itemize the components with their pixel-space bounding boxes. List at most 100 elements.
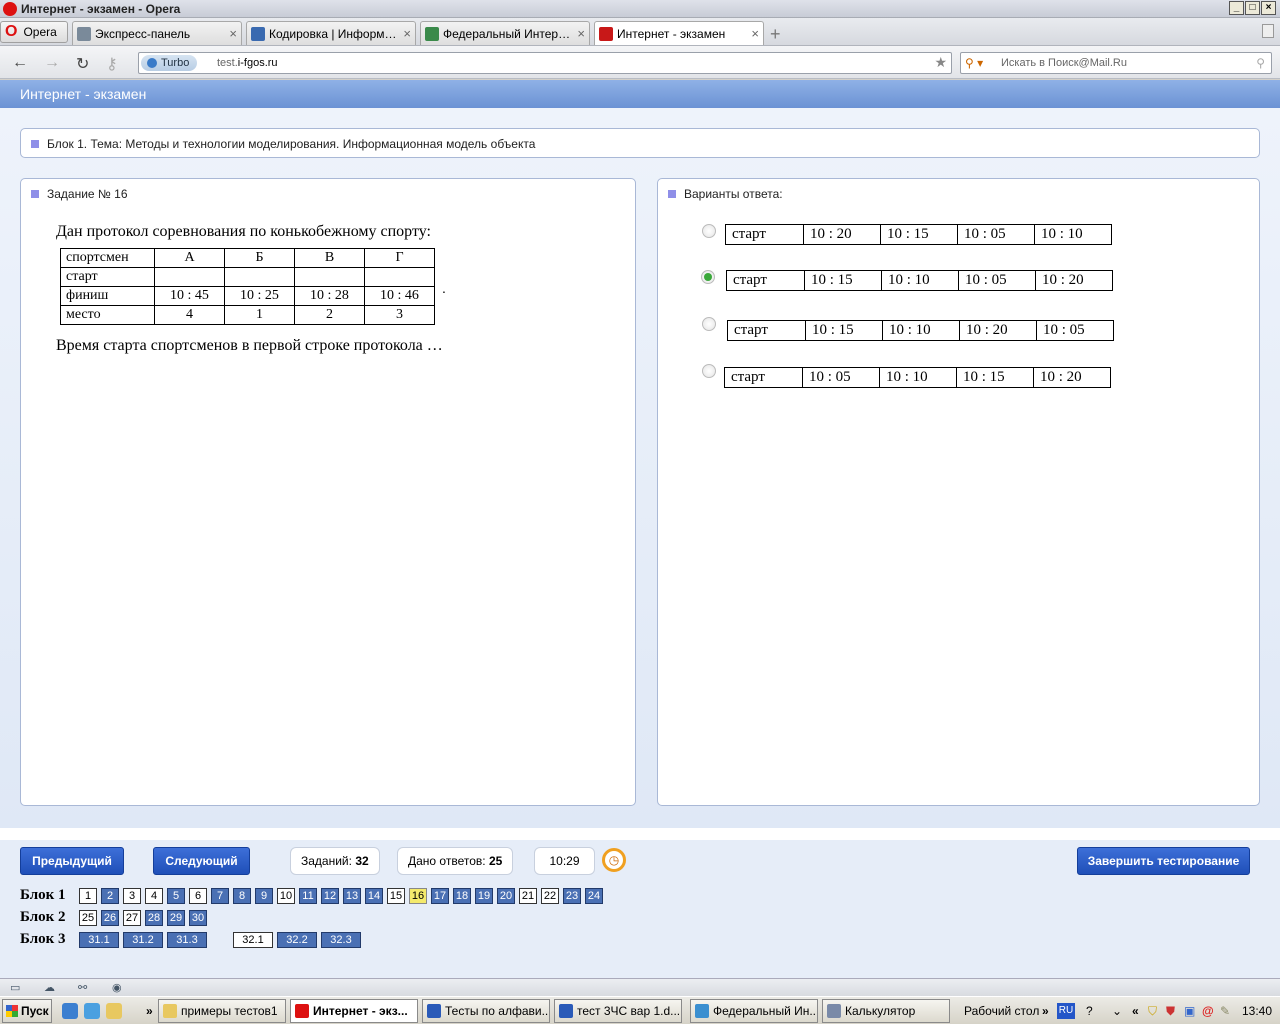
close-icon[interactable]: × [403,26,411,41]
answer-radio[interactable] [702,364,716,378]
key-icon[interactable]: ⚷ [106,54,118,74]
answer-table[interactable]: старт 10 : 05 10 : 10 10 : 15 10 : 20 [724,367,1111,388]
question-number-button[interactable]: 4 [145,888,163,904]
forward-icon[interactable]: → [44,54,60,72]
tray-arrow-icon[interactable]: ⌄ [1112,997,1122,1024]
search-icon[interactable]: ⚲ [1256,56,1265,70]
question-number-button[interactable]: 22 [541,888,559,904]
turbo-button[interactable]: Turbo [141,55,198,71]
close-button[interactable]: × [1261,1,1276,15]
question-number-button[interactable]: 32.2 [277,932,317,948]
question-number-button[interactable]: 32.3 [321,932,361,948]
search-box[interactable]: ⚲ ▾ Искать в Поиск@Mail.Ru ⚲ [960,52,1272,74]
previous-button[interactable]: Предыдущий [20,847,124,875]
question-number-button[interactable]: 16 [409,888,427,904]
tab-express-panel[interactable]: Экспресс-панель × [72,21,242,45]
question-number-button[interactable]: 25 [79,910,97,926]
tab-encoding[interactable]: Кодировка | Информат... × [246,21,416,45]
answer-table[interactable]: старт 10 : 15 10 : 10 10 : 20 10 : 05 [727,320,1114,341]
language-indicator[interactable]: RU [1057,1003,1075,1019]
question-number-button[interactable]: 13 [343,888,361,904]
question-number-button[interactable]: 23 [563,888,581,904]
question-number-button[interactable]: 32.1 [233,932,273,948]
next-button[interactable]: Следующий [153,847,250,875]
question-number-button[interactable]: 5 [167,888,185,904]
question-number-button[interactable]: 14 [365,888,383,904]
folder-icon[interactable] [106,1003,122,1019]
question-number-button[interactable]: 9 [255,888,273,904]
taskbar-item-word-1[interactable]: Тесты по алфави... [422,999,550,1023]
tab-federal[interactable]: Федеральный Интерне... × [420,21,590,45]
question-number-button[interactable]: 20 [497,888,515,904]
minimize-button[interactable]: _ [1229,1,1244,15]
tray-expand-icon[interactable]: « [1132,997,1139,1024]
taskbar-item-opera[interactable]: Интернет - экз... [290,999,418,1023]
block-3-questions: 31.1 31.2 31.3 32.1 32.2 32.3 [79,932,365,948]
question-number-button[interactable]: 6 [189,888,207,904]
answer-radio[interactable] [702,317,716,331]
table-cell: 10 : 10 [879,367,957,388]
address-bar[interactable]: Turbo test.i-fgos.ru ★ [138,52,952,74]
question-number-button[interactable]: 26 [101,910,119,926]
question-number-button[interactable]: 10 [277,888,295,904]
back-icon[interactable]: ← [12,54,28,72]
new-tab-icon[interactable]: + [770,24,781,45]
question-number-button[interactable]: 12 [321,888,339,904]
question-number-button[interactable]: 17 [431,888,449,904]
maximize-button[interactable]: □ [1245,1,1260,15]
question-number-button[interactable]: 15 [387,888,405,904]
shield-icon[interactable]: ⛉ [1148,997,1157,1024]
question-number-button[interactable]: 7 [211,888,229,904]
question-number-button[interactable]: 31.2 [123,932,163,948]
search-engine-icon[interactable]: ⚲ ▾ [965,56,983,70]
antivirus-icon[interactable]: ⛊ [1166,997,1175,1024]
close-icon[interactable]: × [577,26,585,41]
tab-internet-exam[interactable]: Интернет - экзамен × [594,21,764,45]
question-number-button[interactable]: 11 [299,888,317,904]
question-number-button[interactable]: 21 [519,888,537,904]
help-icon[interactable]: ? [1086,997,1093,1024]
browser-icon[interactable] [84,1003,100,1019]
answer-radio-selected[interactable] [701,270,715,284]
taskbar-item-federal[interactable]: Федеральный Ин... [690,999,818,1023]
cloud-icon[interactable]: ☁ [44,981,55,994]
taskbar-item-word-2[interactable]: тест 3ЧС вар 1.d... [554,999,682,1023]
start-button[interactable]: Пуск [2,999,52,1023]
trash-icon[interactable] [1262,24,1274,38]
ie-icon[interactable] [62,1003,78,1019]
bookmark-star-icon[interactable]: ★ [934,54,947,71]
question-number-button[interactable]: 28 [145,910,163,926]
answer-table[interactable]: старт 10 : 15 10 : 10 10 : 05 10 : 20 [726,270,1113,291]
question-number-button[interactable]: 30 [189,910,207,926]
network-icon[interactable]: ▣ [1184,997,1195,1024]
close-icon[interactable]: × [229,26,237,41]
question-number-button[interactable]: 1 [79,888,97,904]
answer-radio[interactable] [702,224,716,238]
panel-toggle-icon[interactable]: ▭ [10,981,20,994]
taskbar-item-folder[interactable]: примеры тестов1 [158,999,286,1023]
question-number-button[interactable]: 19 [475,888,493,904]
question-number-button[interactable]: 8 [233,888,251,904]
question-number-button[interactable]: 18 [453,888,471,904]
share-icon[interactable]: ⚯ [78,981,87,994]
taskbar-item-calculator[interactable]: Калькулятор [822,999,950,1023]
toolbar-more-icon[interactable]: » [1042,997,1049,1024]
question-number-button[interactable]: 29 [167,910,185,926]
question-number-button[interactable]: 3 [123,888,141,904]
question-number-button[interactable]: 31.1 [79,932,119,948]
speed-dial-icon[interactable]: ◉ [112,981,122,994]
question-number-button[interactable]: 24 [585,888,603,904]
quicklaunch-more-icon[interactable]: » [146,997,153,1024]
url-text[interactable]: test.i-fgos.ru [217,57,278,69]
reload-icon[interactable]: ↻ [76,54,89,74]
close-icon[interactable]: × [751,26,759,41]
question-number-button[interactable]: 27 [123,910,141,926]
question-number-button[interactable]: 31.3 [167,932,207,948]
mail-agent-icon[interactable]: @ [1202,997,1214,1024]
question-number-button[interactable]: 2 [101,888,119,904]
finish-test-button[interactable]: Завершить тестирование [1077,847,1250,875]
answer-table[interactable]: старт 10 : 20 10 : 15 10 : 05 10 : 10 [725,224,1112,245]
opera-menu-button[interactable]: O Opera [0,21,68,43]
pencil-icon[interactable]: ✎ [1220,997,1230,1024]
desktop-toolbar-label[interactable]: Рабочий стол [964,997,1039,1024]
